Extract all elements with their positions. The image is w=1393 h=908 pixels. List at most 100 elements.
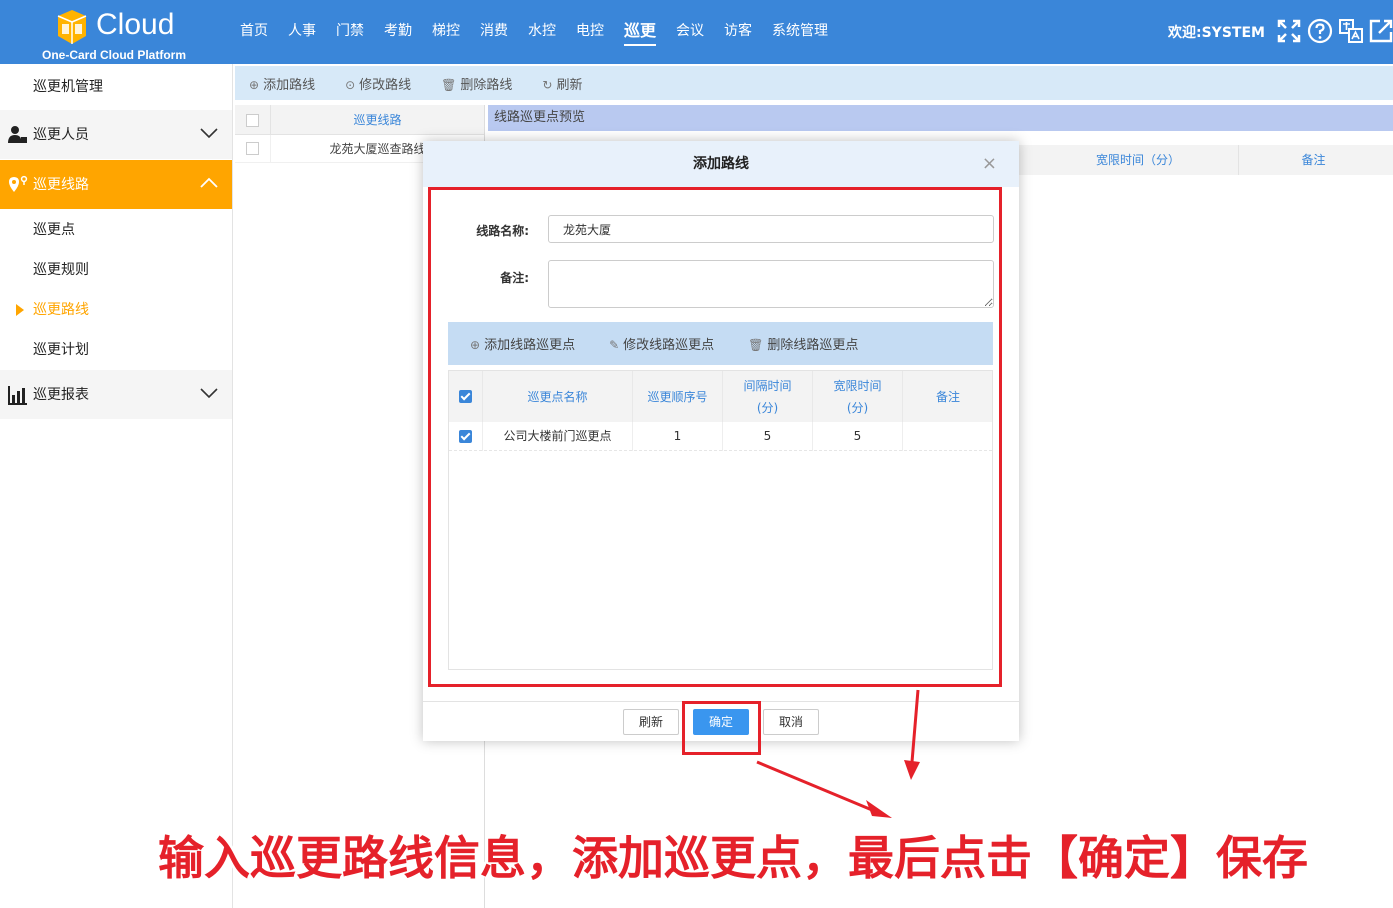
sidebar-item-patrol-rule[interactable]: 巡更规则 [0,250,232,290]
grace-cell: 5 [813,422,903,451]
preview-col-remark: 备注 [1238,145,1388,175]
checkbox-checked-icon[interactable] [459,390,472,403]
delete-route-point-button[interactable]: 🗑 删除线路巡更点 [748,334,858,353]
grid-col-order[interactable]: 巡更顺序号 [633,371,723,422]
nav-water[interactable]: 水控 [518,0,566,64]
top-header: Cloud One-Card Cloud Platform 首页 人事 门禁 考… [0,0,1393,64]
dialog-footer: 刷新 确定 取消 [423,701,1019,741]
refresh-button[interactable]: 刷新 [623,709,679,735]
nav-meeting[interactable]: 会议 [666,0,714,64]
grid-col-grace[interactable]: 宽限时间 (分) [813,371,903,422]
grid-header: 巡更点名称 巡更顺序号 间隔时间 (分) 宽限时间 (分) 备注 [449,371,992,422]
nav-home[interactable]: 首页 [230,0,278,64]
route-name-input[interactable] [548,215,994,243]
sidebar-item-patrol-route[interactable]: 巡更路线 [0,290,232,330]
edit-circle-icon: ⊙ [345,77,356,92]
grid-col-grace-line1: 宽限时间 [833,378,882,393]
row-checkbox[interactable] [449,422,483,451]
sidebar-item-patrol-device[interactable]: 巡更机管理 [0,64,232,110]
route-name-label: 线路名称: [476,224,529,238]
grid-col-grace-line2: (分) [846,400,869,415]
nav-electric[interactable]: 电控 [566,0,614,64]
table-row[interactable]: 公司大楼前门巡更点 1 5 5 [449,422,992,451]
nav-access[interactable]: 门禁 [326,0,374,64]
chevron-down-icon [200,388,218,399]
add-route-dialog: 添加路线 × 线路名称: 备注: ⊕添加线路巡更点 ✎修改线路巡更点 🗑删除线路… [423,141,1019,741]
sidebar-group-personnel[interactable]: 巡更人员 [0,110,232,160]
add-route-button[interactable]: ⊕ 添加路线 [249,74,315,93]
checkbox-checked-icon[interactable] [459,430,472,443]
plus-circle-icon: ⊕ [470,338,481,352]
remark-textarea[interactable] [548,260,994,308]
refresh-button[interactable]: ↻ 刷新 [542,74,582,93]
logo-mark-icon [57,10,87,44]
sidebar-group-report-label: 巡更报表 [33,387,89,403]
grid-select-all[interactable] [449,371,483,422]
cancel-button[interactable]: 取消 [763,709,819,735]
trash-icon: 🗑 [748,338,764,352]
select-all-checkbox[interactable] [246,114,259,127]
interval-cell: 5 [723,422,813,451]
logo-text: Cloud [96,8,175,41]
nav-system[interactable]: 系统管理 [762,0,838,64]
logo-subtitle: One-Card Cloud Platform [42,48,187,62]
close-icon[interactable]: × [982,141,997,187]
route-point-toolbar: ⊕ 添加线路巡更点 ✎ 修改线路巡更点 🗑 删除线路巡更点 [448,322,993,365]
route-toolbar: ⊕ 添加路线 ⊙ 修改路线 🗑 删除路线 ↻ 刷新 [235,66,1393,100]
sidebar: 巡更机管理 巡更人员 巡更线路 巡更点 巡更规则 巡更路线 巡更计划 巡更报表 [0,64,233,908]
dialog-header: 添加路线 × [423,141,1019,187]
grid-col-point-name[interactable]: 巡更点名称 [483,371,633,422]
bar-chart-icon [8,386,27,405]
ok-button[interactable]: 确定 [693,709,749,735]
route-column-header[interactable]: 巡更线路 [270,105,484,135]
chevron-up-icon [200,177,218,188]
fullscreen-icon[interactable] [1276,18,1302,44]
edit-route-label: 修改路线 [359,77,412,93]
preview-col-grace: 宽限时间（分） [1095,153,1180,167]
delete-route-label: 删除路线 [460,77,513,93]
dialog-title: 添加路线 [693,156,749,172]
main-nav: 首页 人事 门禁 考勤 梯控 消费 水控 电控 巡更 会议 访客 系统管理 [230,0,838,64]
route-list-header: 巡更线路 [235,105,484,135]
refresh-icon: ↻ [542,77,553,92]
add-route-point-button[interactable]: ⊕ 添加线路巡更点 [470,334,575,353]
nav-attendance[interactable]: 考勤 [374,0,422,64]
refresh-label: 刷新 [556,77,583,93]
route-point-grid: 巡更点名称 巡更顺序号 间隔时间 (分) 宽限时间 (分) 备注 公司大楼前门巡… [448,370,993,670]
language-icon[interactable] [1338,18,1364,44]
edit-route-point-button[interactable]: ✎ 修改线路巡更点 [609,334,714,353]
route-pin-icon [9,175,28,192]
nav-consumption[interactable]: 消费 [470,0,518,64]
sidebar-group-route-label: 巡更线路 [33,177,89,193]
grid-col-interval-line2: (分) [756,400,779,415]
nav-patrol[interactable]: 巡更 [614,0,666,64]
nav-personnel[interactable]: 人事 [278,0,326,64]
sidebar-group-route[interactable]: 巡更线路 [0,160,232,210]
delete-route-button[interactable]: 🗑 删除路线 [441,74,512,93]
nav-visitor[interactable]: 访客 [714,0,762,64]
row-checkbox[interactable] [246,142,259,155]
edit-route-button[interactable]: ⊙ 修改路线 [345,74,411,93]
point-name-cell: 公司大楼前门巡更点 [483,422,633,451]
sidebar-item-patrol-point[interactable]: 巡更点 [0,210,232,250]
chevron-down-icon [200,128,218,139]
nav-elevator[interactable]: 梯控 [422,0,470,64]
add-route-label: 添加路线 [263,77,316,93]
edit-route-point-label: 修改线路巡更点 [623,338,715,353]
help-icon[interactable] [1307,18,1333,44]
sidebar-group-report[interactable]: 巡更报表 [0,370,232,420]
grid-col-remark[interactable]: 备注 [903,371,993,422]
remark-cell [903,422,993,451]
preview-title: 线路巡更点预览 [488,105,1393,131]
remark-label: 备注: [500,271,529,285]
delete-route-point-label: 删除线路巡更点 [767,338,859,353]
grid-col-interval[interactable]: 间隔时间 (分) [723,371,813,422]
annotation-instruction-text: 输入巡更路线信息，添加巡更点，最后点击【确定】保存 [158,831,1308,885]
logout-icon[interactable] [1368,18,1393,44]
order-cell: 1 [633,422,723,451]
sidebar-item-patrol-plan[interactable]: 巡更计划 [0,330,232,370]
pencil-icon: ✎ [609,338,620,352]
plus-circle-icon: ⊕ [249,77,260,92]
grid-col-interval-line1: 间隔时间 [743,378,792,393]
welcome-text: 欢迎:SYSTEM [1168,25,1265,41]
